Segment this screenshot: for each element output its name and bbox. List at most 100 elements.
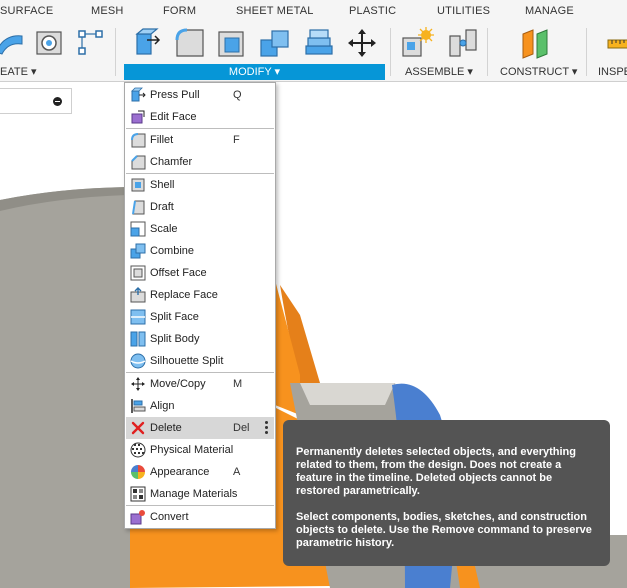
menu-item-split-face[interactable]: Split Face [126, 306, 274, 328]
move-icon [348, 29, 376, 57]
silhouette-split-icon [130, 353, 146, 369]
fillet-icon [175, 28, 204, 57]
menu-item-replace-face[interactable]: Replace Face [126, 284, 274, 306]
menu-item-appearance[interactable]: Appearance A [126, 461, 274, 483]
shell-icon [130, 177, 146, 193]
collapse-icon[interactable] [53, 97, 62, 106]
inspect-group-label[interactable]: INSPE [598, 64, 627, 80]
create-tool-revolve[interactable] [33, 26, 67, 60]
modify-tool-shell[interactable] [215, 26, 249, 60]
menu-item-label: Chamfer [150, 156, 193, 168]
menu-item-label: Silhouette Split [150, 355, 224, 367]
workspace-tabs: SURFACE MESH FORM SHEET METAL PLASTIC UT… [0, 0, 627, 22]
replace-face-icon [130, 287, 146, 303]
chevron-down-icon: ▾ [30, 66, 37, 78]
menu-item-label: Manage Materials [150, 488, 238, 500]
menu-item-scale[interactable]: Scale [126, 218, 274, 240]
fillet-icon [130, 132, 146, 148]
browser-panel [0, 88, 72, 114]
menu-item-manage-materials[interactable]: Manage Materials [126, 483, 274, 505]
shortcut-key: M [233, 378, 243, 390]
menu-item-align[interactable]: Align [126, 395, 274, 417]
modify-tool-move[interactable] [345, 26, 379, 60]
shortcut-key: Q [233, 89, 242, 101]
shortcut-key: Del [233, 422, 250, 434]
shortcut-key: F [233, 134, 240, 146]
menu-item-physical-material[interactable]: Physical Material [126, 439, 274, 461]
grey-body [0, 187, 130, 588]
revolve-icon [36, 31, 62, 55]
tab-surface[interactable]: SURFACE [0, 5, 53, 17]
menu-item-draft[interactable]: Draft [126, 196, 274, 218]
pattern-icon [78, 30, 103, 55]
modify-tool-press-pull[interactable] [131, 26, 165, 60]
create-tool-sweep[interactable] [0, 26, 28, 60]
tab-plastic[interactable]: PLASTIC [349, 5, 396, 17]
construct-tool-plane[interactable] [519, 26, 553, 60]
menu-item-split-body[interactable]: Split Body [126, 328, 274, 350]
chamfer-icon [130, 154, 146, 170]
assemble-tool-new-component[interactable] [400, 26, 434, 60]
group-divider [487, 28, 488, 76]
create-group-text: EATE [0, 66, 28, 78]
menu-item-label: Edit Face [150, 111, 197, 123]
new-component-icon [402, 27, 434, 57]
modify-tool-fillet[interactable] [173, 26, 207, 60]
create-group-label[interactable]: EATE ▾ [0, 64, 37, 80]
joint-icon [449, 29, 477, 57]
tab-form[interactable]: FORM [163, 5, 196, 17]
chevron-down-icon: ▾ [571, 66, 578, 78]
inspect-group-text: INSPE [598, 66, 627, 78]
modify-tool-combine[interactable] [258, 26, 292, 60]
modify-group-label[interactable]: MODIFY ▾ [124, 64, 385, 80]
create-tool-pattern[interactable] [74, 26, 108, 60]
menu-item-label: Fillet [150, 134, 174, 146]
tab-manage[interactable]: MANAGE [525, 5, 574, 17]
menu-item-offset-face[interactable]: Offset Face [126, 262, 274, 284]
menu-item-shell[interactable]: Shell [126, 174, 274, 196]
construct-group-label[interactable]: CONSTRUCT ▾ [500, 64, 578, 80]
split-face-icon [130, 309, 146, 325]
grey-base-top [300, 383, 395, 405]
tab-utilities[interactable]: UTILITIES [437, 5, 490, 17]
menu-item-silhouette-split[interactable]: Silhouette Split [126, 350, 274, 372]
menu-item-move-copy[interactable]: Move/Copy M [126, 373, 274, 395]
modify-group-text: MODIFY [228, 66, 272, 78]
measure-icon [607, 39, 627, 49]
more-options-icon[interactable] [265, 421, 268, 435]
menu-item-label: Appearance [150, 466, 210, 478]
delete-tooltip: Permanently deletes selected objects, an… [283, 420, 610, 566]
menu-item-label: Offset Face [150, 267, 207, 279]
menu-item-chamfer[interactable]: Chamfer [126, 151, 274, 173]
modify-dropdown-menu: Press Pull Q Edit Face Fillet F Chamfer … [124, 82, 276, 529]
toolbar-ribbon: SURFACE MESH FORM SHEET METAL PLASTIC UT… [0, 0, 627, 82]
menu-item-label: Align [150, 400, 175, 412]
scale-icon [130, 221, 146, 237]
menu-item-label: Delete [150, 422, 182, 434]
chevron-down-icon: ▾ [467, 66, 473, 78]
menu-item-delete[interactable]: Delete Del [126, 417, 274, 439]
menu-item-label: Physical Material [150, 444, 234, 456]
inspect-tool-measure[interactable] [606, 26, 627, 60]
menu-item-label: Split Face [150, 311, 199, 323]
align-icon [130, 398, 146, 414]
stack-icon [305, 29, 333, 55]
edit-face-icon [130, 109, 146, 125]
press-pull-icon [135, 28, 161, 55]
menu-item-convert[interactable]: Convert [126, 506, 274, 528]
tooltip-description: Permanently deletes selected objects, an… [296, 446, 576, 497]
menu-item-label: Shell [150, 179, 175, 191]
assemble-tool-joint[interactable] [446, 26, 480, 60]
menu-item-combine[interactable]: Combine [126, 240, 274, 262]
tab-sheet-metal[interactable]: SHEET METAL [236, 5, 314, 17]
menu-item-fillet[interactable]: Fillet F [126, 129, 274, 151]
assemble-group-label[interactable]: ASSEMBLE ▾ [405, 64, 475, 80]
menu-item-label: Replace Face [150, 289, 218, 301]
tooltip-instructions: Select components, bodies, sketches, and… [296, 511, 592, 549]
tab-mesh[interactable]: MESH [91, 5, 124, 17]
modify-tool-scale[interactable] [302, 26, 336, 60]
combine-icon [260, 30, 289, 57]
offset-face-icon [130, 265, 146, 281]
menu-item-press-pull[interactable]: Press Pull Q [126, 84, 274, 106]
menu-item-edit-face[interactable]: Edit Face [126, 106, 274, 128]
